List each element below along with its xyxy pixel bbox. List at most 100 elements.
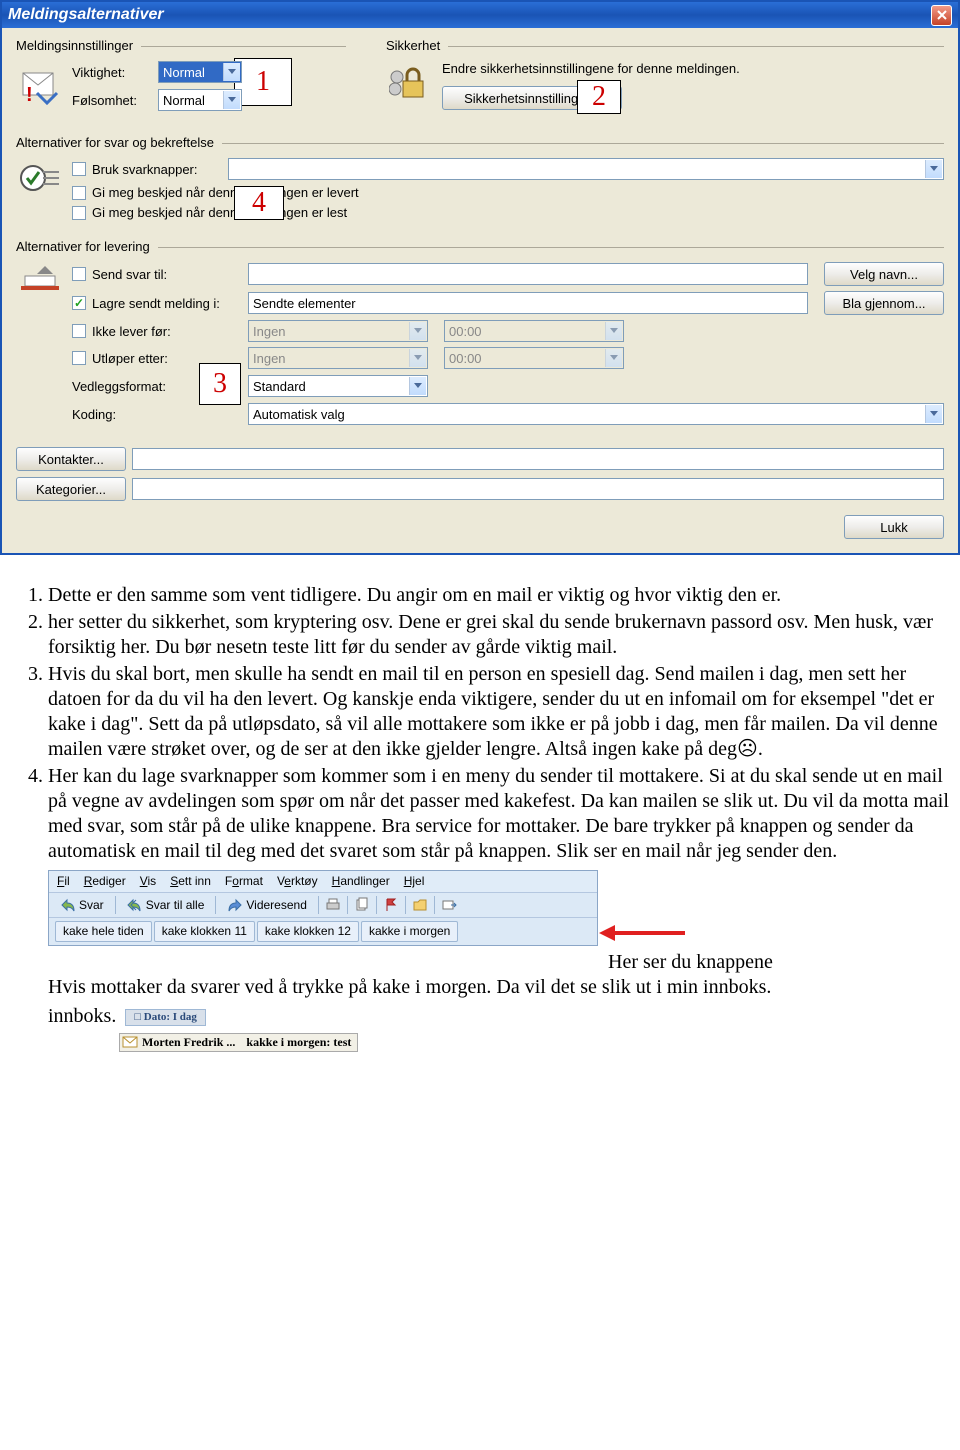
folder-icon[interactable] (412, 897, 428, 913)
inbox-subject: kakke i morgen: test (246, 1035, 351, 1050)
vote-btn-1[interactable]: kake hele tiden (55, 921, 152, 942)
mail-icon (122, 1035, 138, 1049)
chevron-down-icon (605, 322, 622, 340)
forward-button[interactable]: Videresend (222, 896, 312, 914)
close-button[interactable]: Lukk (844, 515, 944, 539)
doc-item-1: Dette er den samme som vent tidligere. D… (48, 583, 950, 608)
reply-to-label: Send svar til: (92, 267, 242, 282)
contacts-input[interactable] (132, 448, 944, 470)
reply-to-input[interactable] (248, 263, 808, 285)
use-vote-buttons-checkbox[interactable] (72, 162, 86, 176)
print-icon[interactable] (325, 897, 341, 913)
annotation-3: 3 (199, 363, 241, 405)
expires-after-date-combo[interactable]: Ingen (248, 347, 428, 369)
deliver-after-label: Ikke lever før: (92, 324, 242, 339)
expires-after-checkbox[interactable] (72, 351, 86, 365)
categories-button[interactable]: Kategorier... (16, 477, 126, 501)
document-body: Dette er den samme som vent tidligere. D… (0, 583, 960, 1064)
notify-read-checkbox[interactable] (72, 206, 86, 220)
sensitivity-label: Følsomhet: (72, 93, 152, 108)
vote-btn-3[interactable]: kake klokken 12 (257, 921, 359, 942)
inbox-date-header: □ Dato: I dag (125, 1009, 206, 1027)
menu-fil[interactable]: Fil (57, 874, 70, 889)
doc-item-3: Hvis du skal bort, men skulle ha sendt e… (48, 662, 950, 762)
chevron-down-icon (925, 405, 942, 423)
attachment-format-combo[interactable]: Standard (248, 375, 428, 397)
security-desc: Endre sikkerhetsinnstillingene for denne… (442, 61, 944, 76)
use-vote-buttons-label: Bruk svarknapper: (92, 162, 212, 177)
close-icon (936, 9, 948, 21)
arrow-caption: Her ser du knappene (608, 951, 773, 973)
svg-text:!: ! (26, 84, 33, 105)
reply-to-checkbox[interactable] (72, 267, 86, 281)
vote-btn-4[interactable]: kakke i morgen (361, 921, 458, 942)
annotation-4: 4 (234, 186, 284, 220)
menu-hjelp[interactable]: Hjel (404, 874, 425, 889)
vote-buttons-combo[interactable] (228, 158, 944, 180)
notify-delivered-label: Gi meg beskjed når denne meldingen er le… (92, 185, 359, 200)
group-reply-heading: Alternativer for svar og bekreftelse (16, 135, 944, 150)
encoding-label: Koding: (72, 407, 242, 422)
titlebar: Meldingsalternativer (2, 2, 958, 28)
window-close-button[interactable] (931, 5, 952, 26)
reply-all-icon (127, 897, 143, 913)
mini-vote-bar: kake hele tiden kake klokken 11 kake klo… (49, 918, 597, 945)
delivery-icon (16, 262, 64, 306)
inbox-from: Morten Fredrik ... (142, 1035, 235, 1050)
chevron-down-icon (409, 322, 426, 340)
importance-icon: ! (16, 61, 64, 105)
chevron-down-icon (223, 91, 240, 109)
forward-icon (227, 897, 243, 913)
deliver-after-checkbox[interactable] (72, 324, 86, 338)
inbox-row[interactable]: Morten Fredrik ... kakke i morgen: test (119, 1033, 358, 1052)
notify-read-label: Gi meg beskjed når denne meldingen er le… (92, 205, 347, 220)
security-icon (386, 61, 434, 105)
chevron-down-icon (605, 349, 622, 367)
red-arrow-icon (599, 923, 685, 943)
reply-all-button[interactable]: Svar til alle (122, 896, 210, 914)
annotation-1: 1 (234, 58, 292, 106)
mini-toolbar: Svar Svar til alle Videresend (49, 893, 597, 918)
menu-settinn[interactable]: Sett inn (170, 874, 211, 889)
expires-after-time-combo[interactable]: 00:00 (444, 347, 624, 369)
message-options-dialog: Meldingsalternativer 1 2 3 4 Meldingsinn… (0, 0, 960, 555)
save-in-value: Sendte elementer (248, 292, 808, 314)
chevron-down-icon (925, 160, 942, 178)
doc-item-4: Her kan du lage svarknapper som kommer s… (48, 764, 950, 864)
menu-vis[interactable]: Vis (140, 874, 156, 889)
deliver-after-date-combo[interactable]: Ingen (248, 320, 428, 342)
doc-item-2: her setter du sikkerhet, som kryptering … (48, 610, 950, 660)
reply-button[interactable]: Svar (55, 896, 109, 914)
select-names-button[interactable]: Velg navn... (824, 262, 944, 286)
categories-input[interactable] (132, 478, 944, 500)
group-security-heading: Sikkerhet (386, 38, 944, 53)
importance-combo[interactable]: Normal (158, 61, 242, 83)
reply-icon (60, 897, 76, 913)
vote-btn-2[interactable]: kake klokken 11 (154, 921, 255, 942)
menu-rediger[interactable]: Rediger (84, 874, 126, 889)
notify-delivered-checkbox[interactable] (72, 186, 86, 200)
deliver-after-time-combo[interactable]: 00:00 (444, 320, 624, 342)
encoding-combo[interactable]: Automatisk valg (248, 403, 944, 425)
chevron-down-icon (409, 377, 426, 395)
copy-icon[interactable] (354, 897, 370, 913)
annotation-2: 2 (577, 80, 621, 114)
innboks-word: innboks. (48, 1005, 116, 1027)
doc-after-mini-2: Hvis mottaker da svarer ved å trykke på … (48, 976, 771, 998)
menu-handlinger[interactable]: Handlinger (332, 874, 390, 889)
contacts-button[interactable]: Kontakter... (16, 447, 126, 471)
save-in-checkbox[interactable] (72, 296, 86, 310)
chevron-down-icon (223, 63, 240, 81)
mini-menubar: Fil Rediger Vis Sett inn Format Verktøy … (49, 871, 597, 893)
move-icon[interactable] (441, 897, 457, 913)
reply-icon (16, 158, 64, 202)
browse-button[interactable]: Bla gjennom... (824, 291, 944, 315)
importance-label: Viktighet: (72, 65, 152, 80)
sensitivity-combo[interactable]: Normal (158, 89, 242, 111)
group-delivery-heading: Alternativer for levering (16, 239, 944, 254)
example-mail-ui: Fil Rediger Vis Sett inn Format Verktøy … (48, 870, 598, 946)
menu-format[interactable]: Format (225, 874, 263, 889)
save-in-label: Lagre sendt melding i: (92, 296, 242, 311)
menu-verktoy[interactable]: Verktøy (277, 874, 318, 889)
flag-icon[interactable] (383, 897, 399, 913)
